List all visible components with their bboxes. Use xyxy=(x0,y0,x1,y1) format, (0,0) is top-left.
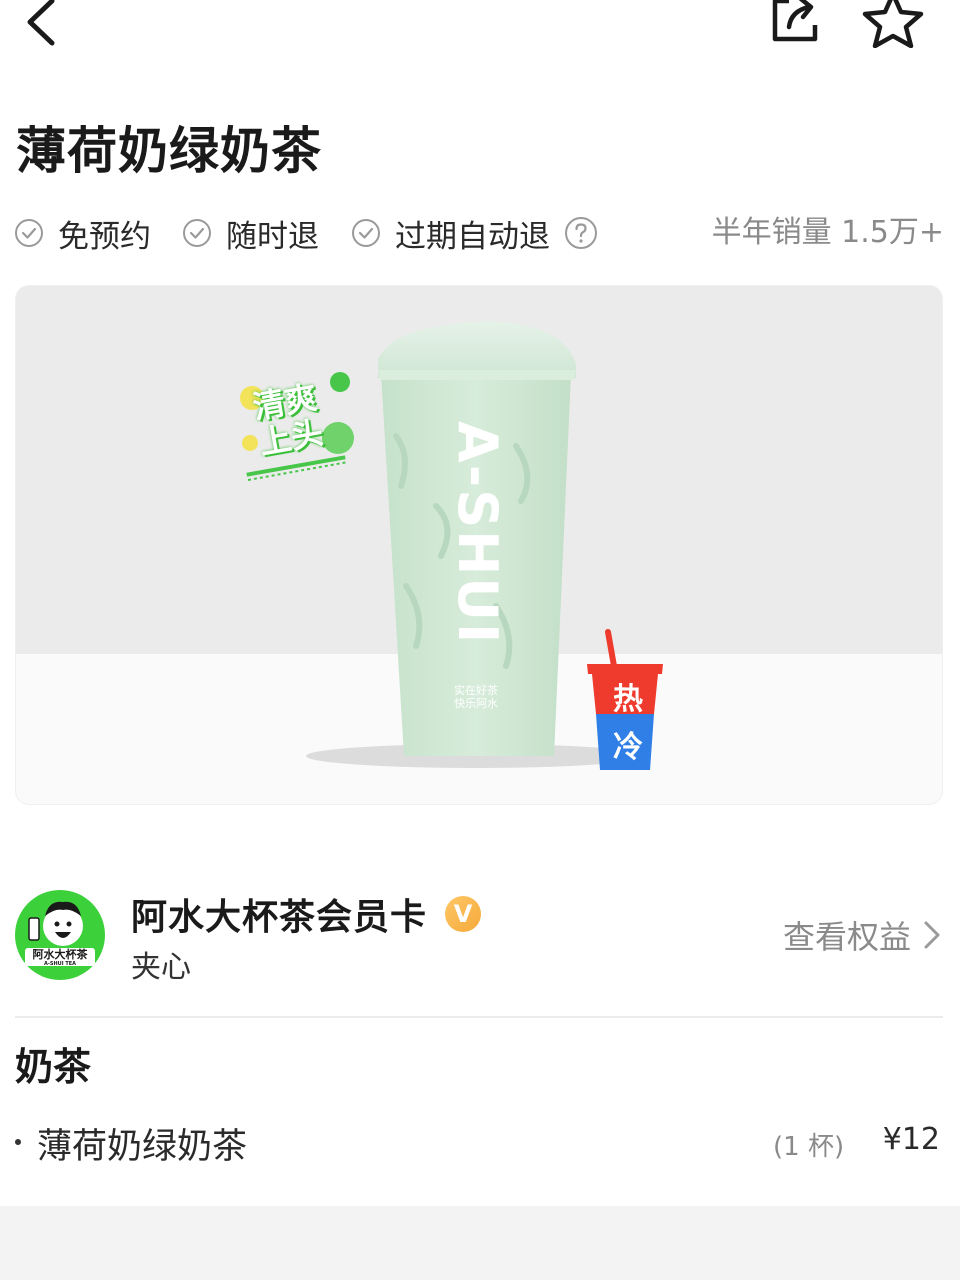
star-icon xyxy=(862,0,924,48)
share-button[interactable] xyxy=(758,0,828,48)
chevron-right-icon xyxy=(924,921,940,949)
cold-label: 冷 xyxy=(613,730,643,765)
sticker-text: 清爽 上头 xyxy=(250,378,326,462)
chevron-left-icon xyxy=(27,0,55,46)
logo-text: 阿水大杯茶 xyxy=(32,948,88,961)
merchant-row[interactable]: 阿水大杯茶 A-SHUI TEA 阿水大杯茶会员卡 V 夹心 查看权益 xyxy=(15,886,945,986)
guarantee-no-reservation: 免预约 xyxy=(14,208,151,258)
favorite-button[interactable] xyxy=(855,0,931,48)
back-button[interactable] xyxy=(12,0,68,50)
hot-label: 热 xyxy=(613,682,643,717)
package-section-title: 奶茶 xyxy=(15,1045,92,1089)
merchant-logo: 阿水大杯茶 A-SHUI TEA xyxy=(15,890,105,980)
section-divider xyxy=(15,1016,943,1018)
package-item-price: ¥12 xyxy=(882,1122,940,1157)
cup-slogan-line: 实在好茶 xyxy=(454,684,498,697)
guarantee-label: 免预约 xyxy=(58,218,151,255)
cup-brand: A-SHUI xyxy=(446,421,509,691)
check-circle-icon xyxy=(15,219,43,247)
view-rights-link[interactable]: 查看权益 xyxy=(783,912,943,958)
guarantee-auto-refund[interactable]: 过期自动退 xyxy=(351,208,598,258)
check-circle-icon xyxy=(183,219,211,247)
package-item-name: 薄荷奶绿奶茶 xyxy=(37,1127,248,1167)
page-title: 薄荷奶绿奶茶 xyxy=(16,122,322,180)
product-image[interactable]: 清爽 上头 A-SHUI 实在好茶 快乐阿水 热 冷 xyxy=(15,285,943,805)
guarantee-refund-anytime: 随时退 xyxy=(182,208,319,258)
check-circle-icon xyxy=(352,219,380,247)
cup-slogan-line: 快乐阿水 xyxy=(454,697,498,710)
bullet-dot xyxy=(15,1139,21,1145)
cup-brand-text: A-SHUI xyxy=(446,421,509,646)
product-detail-page: 薄荷奶绿奶茶 免预约 随时退 过期自动退 半年销量 1.5万+ 清爽 上头 A-… xyxy=(0,0,960,1280)
sales-count: 半年销量 1.5万+ xyxy=(711,215,944,250)
guarantee-row: 免预约 随时退 过期自动退 半年销量 1.5万+ xyxy=(14,208,944,258)
package-item-quantity: (1 杯) xyxy=(773,1132,845,1162)
guarantee-label: 过期自动退 xyxy=(395,218,550,255)
merchant-subtitle: 夹心 xyxy=(131,950,191,985)
verified-badge: V xyxy=(445,896,481,932)
logo-subtext: A-SHUI TEA xyxy=(43,961,77,967)
guarantee-label: 随时退 xyxy=(226,218,319,255)
merchant-name: 阿水大杯茶会员卡 xyxy=(131,897,428,938)
package-item: 薄荷奶绿奶茶 (1 杯) ¥12 xyxy=(15,1116,945,1172)
top-bar xyxy=(0,0,960,60)
view-rights-label: 查看权益 xyxy=(782,918,911,956)
bottom-band xyxy=(0,1206,960,1280)
question-circle-icon[interactable] xyxy=(564,216,598,250)
share-icon xyxy=(772,0,818,42)
cup-slogan: 实在好茶 快乐阿水 xyxy=(446,684,506,710)
